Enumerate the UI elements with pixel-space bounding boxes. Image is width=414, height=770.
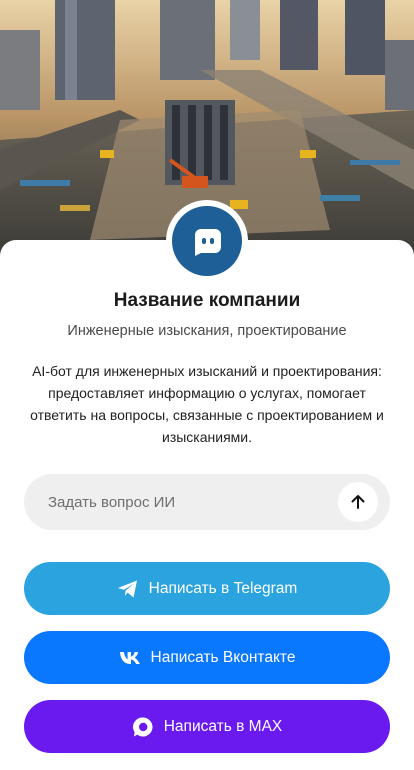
company-tagline: Инженерные изыскания, проектирование [67, 323, 347, 339]
ask-ai-field [24, 474, 390, 530]
company-description: AI-бот для инженерных изысканий и проект… [30, 363, 384, 445]
chat-bot-icon [195, 229, 221, 256]
telegram-button-label: Написать в Telegram [148, 579, 298, 597]
ask-ai-input[interactable] [48, 474, 348, 530]
max-button[interactable]: Написать в MAX [24, 700, 390, 753]
vk-button[interactable]: Написать Вконтакте [24, 631, 390, 684]
company-name: Название компании [113, 290, 301, 311]
telegram-button[interactable]: Написать в Telegram [24, 562, 390, 615]
bot-avatar [172, 206, 242, 276]
max-icon [132, 716, 154, 738]
telegram-icon [117, 579, 139, 599]
vk-button-label: Написать Вконтакте [150, 648, 296, 666]
max-button-label: Написать в MAX [163, 717, 283, 735]
arrow-up-icon [351, 495, 365, 509]
avatar [166, 200, 248, 282]
send-button[interactable] [338, 482, 378, 522]
vk-icon [119, 651, 141, 665]
